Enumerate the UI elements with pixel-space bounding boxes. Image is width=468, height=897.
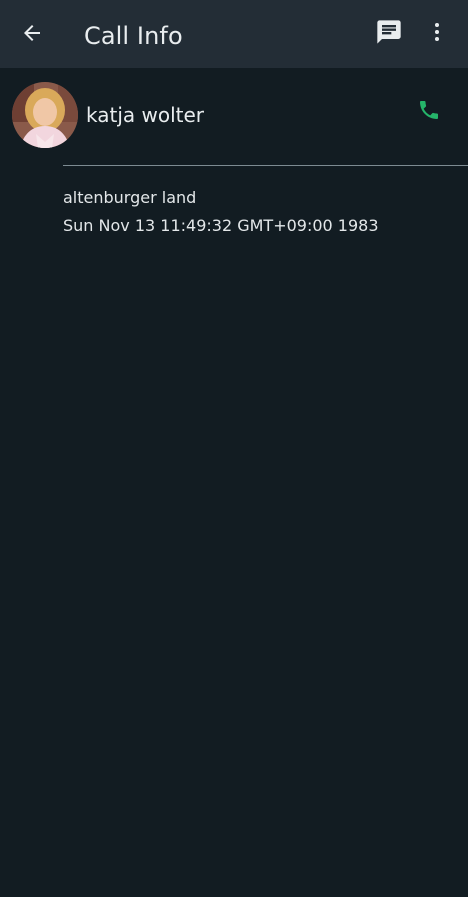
contact-photo [12, 82, 78, 148]
app-bar: Call Info [0, 0, 468, 68]
contact-name: katja wolter [86, 103, 205, 127]
more-options-button[interactable] [422, 16, 452, 52]
divider [63, 165, 468, 166]
avatar[interactable] [12, 82, 78, 148]
phone-icon [417, 98, 441, 126]
message-icon [375, 18, 403, 50]
call-button[interactable] [413, 96, 445, 128]
call-location: altenburger land [63, 188, 197, 207]
contact-row[interactable]: katja wolter [0, 68, 468, 164]
arrow-left-icon [20, 21, 44, 49]
call-timestamp: Sun Nov 13 11:49:32 GMT+09:00 1983 [63, 216, 379, 235]
more-vertical-icon [425, 20, 449, 48]
page-title: Call Info [84, 22, 183, 50]
message-button[interactable] [371, 16, 407, 52]
back-button[interactable] [14, 18, 50, 52]
